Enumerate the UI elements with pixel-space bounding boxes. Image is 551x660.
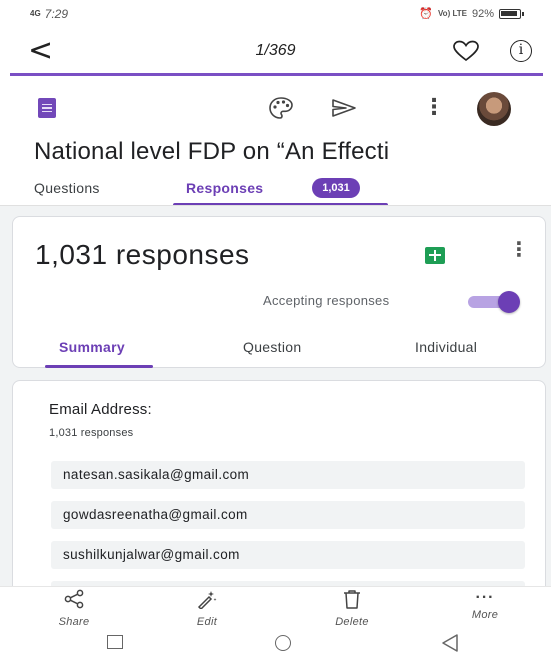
edit-label: Edit: [196, 616, 218, 628]
more-button[interactable]: ··· More: [450, 589, 520, 621]
accepting-responses-toggle[interactable]: [468, 291, 522, 313]
recents-icon[interactable]: [107, 635, 123, 649]
active-subtab-indicator: [45, 365, 153, 368]
status-bar-left: 4G 7:29: [30, 7, 68, 21]
more-vert-icon[interactable]: ⋮: [509, 237, 529, 262]
send-icon[interactable]: [331, 98, 357, 123]
list-item: gowdasreenatha@gmail.com: [51, 501, 525, 529]
sheets-icon[interactable]: [425, 247, 445, 264]
forms-app-header: ⋮: [0, 90, 551, 130]
accepting-responses-label: Accepting responses: [263, 293, 390, 308]
tab-individual[interactable]: Individual: [415, 339, 477, 355]
delete-label: Delete: [335, 616, 369, 628]
bottom-action-bar: Share Edit Delete ··· More: [0, 586, 551, 630]
palette-icon[interactable]: [268, 96, 294, 125]
form-title: National level FDP on “An Effecti: [34, 138, 390, 165]
delete-button[interactable]: Delete: [317, 589, 387, 628]
home-icon[interactable]: [275, 635, 291, 651]
share-icon: [64, 589, 84, 609]
toggle-knob: [498, 291, 520, 313]
more-horiz-icon: ···: [475, 589, 495, 606]
alarm-icon: ⏰: [419, 8, 433, 20]
heart-icon[interactable]: [452, 40, 480, 67]
battery-percent: 92%: [471, 7, 494, 20]
more-vert-icon[interactable]: ⋮: [423, 94, 445, 120]
clock: 7:29: [44, 7, 69, 21]
question-title: Email Address:: [49, 401, 152, 418]
viewer-toolbar: < 1/369 i: [0, 32, 551, 74]
tab-responses[interactable]: Responses: [186, 180, 263, 196]
more-label: More: [471, 609, 499, 621]
question-response-count: 1,031 responses: [49, 427, 134, 439]
list-item: sushilkunjalwar@gmail.com: [51, 541, 525, 569]
responses-summary-card: 1,031 responses ⋮ Accepting responses Su…: [12, 216, 546, 368]
avatar[interactable]: [477, 92, 511, 126]
status-bar: 4G 7:29 ⏰ Vo) LTE 92%: [0, 0, 551, 28]
share-button[interactable]: Share: [39, 589, 109, 628]
nav-back-icon[interactable]: [440, 633, 460, 658]
email-response-list: natesan.sasikala@gmail.com gowdasreenath…: [51, 461, 525, 589]
info-icon[interactable]: i: [510, 40, 532, 62]
system-nav-bar: [0, 630, 551, 660]
magic-edit-icon: [197, 591, 217, 611]
status-bar-right: ⏰ Vo) LTE 92%: [419, 7, 524, 20]
tab-questions[interactable]: Questions: [34, 180, 100, 196]
trash-icon: [344, 590, 360, 609]
responses-count-heading: 1,031 responses: [35, 239, 250, 270]
tab-question[interactable]: Question: [243, 339, 301, 355]
form-tabs: Questions Responses 1,031: [0, 178, 551, 206]
battery-icon: [499, 8, 524, 19]
forms-logo-icon[interactable]: [38, 98, 56, 118]
header-divider: [10, 73, 543, 76]
list-item: natesan.sasikala@gmail.com: [51, 461, 525, 489]
lte-indicator: Vo) LTE: [437, 8, 467, 18]
responses-count-badge: 1,031: [312, 178, 360, 198]
share-label: Share: [58, 616, 90, 628]
tab-summary[interactable]: Summary: [59, 339, 125, 355]
network-indicator: 4G: [30, 9, 41, 18]
edit-button[interactable]: Edit: [172, 589, 242, 628]
response-view-tabs: Summary Question Individual: [13, 337, 547, 369]
question-card: Email Address: 1,031 responses natesan.s…: [12, 380, 546, 590]
